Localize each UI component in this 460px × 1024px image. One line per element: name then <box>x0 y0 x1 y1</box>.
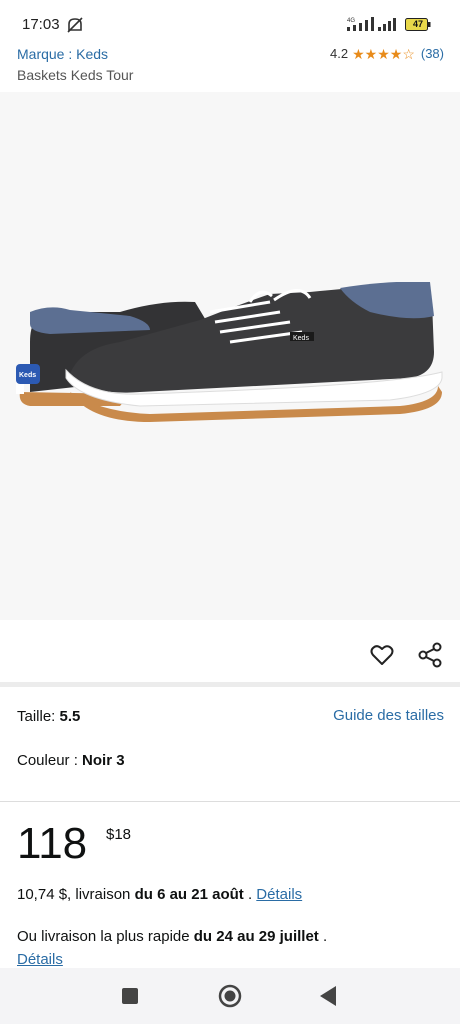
color-selector[interactable]: Couleur : Noir 3 <box>17 752 125 769</box>
rating[interactable]: 4.2 ★ ★ ★ ★ ☆ (38) <box>330 46 444 61</box>
star-icon: ★ <box>352 45 365 62</box>
status-bar: 17:03 4G 47 <box>0 0 460 40</box>
color-value: Noir 3 <box>82 752 125 769</box>
section-divider <box>0 801 460 802</box>
price-fraction: $18 <box>106 826 132 843</box>
fastest-delivery-prefix: Ou livraison la plus rapide <box>17 928 194 945</box>
price-whole: 118 <box>17 819 88 868</box>
section-divider <box>0 682 460 687</box>
product-image[interactable]: Keds Keds <box>0 92 460 620</box>
size-selector[interactable]: Taille: 5.5 <box>17 708 80 725</box>
heart-icon[interactable] <box>370 644 394 666</box>
fastest-delivery-info: Ou livraison la plus rapide du 24 au 29 … <box>17 925 437 971</box>
rating-count[interactable]: (38) <box>421 46 444 61</box>
shoe-image: Keds Keds <box>16 282 443 422</box>
fastest-delivery-dates: du 24 au 29 juillet <box>193 928 319 945</box>
star-icon: ★ <box>377 45 390 62</box>
delivery-separator: . <box>243 886 257 903</box>
network-label: 4G <box>347 18 355 24</box>
signal-icon: 4G <box>347 17 374 31</box>
mute-icon <box>67 17 83 33</box>
battery-level: 47 <box>412 19 423 29</box>
delivery-info: 10,74 $, livraison du 6 au 21 août . Dét… <box>17 886 302 903</box>
fastest-delivery-separator: . <box>318 928 328 945</box>
home-icon[interactable] <box>218 984 242 1008</box>
status-time: 17:03 <box>22 16 60 33</box>
delivery-price: 10,74 $, livraison <box>17 886 135 903</box>
size-value: 5.5 <box>59 708 81 725</box>
product-actions <box>0 620 460 682</box>
brand-link[interactable]: Marque : Keds <box>17 46 108 62</box>
fastest-delivery-details-link[interactable]: Détails <box>17 951 63 968</box>
back-icon[interactable] <box>318 985 338 1007</box>
signal-icon <box>378 18 396 31</box>
shoe-tongue-logo: Keds <box>293 335 309 342</box>
rating-stars: ★ ★ ★ ★ ☆ <box>352 47 415 61</box>
size-label: Taille: <box>17 708 60 725</box>
shoe-logo: Keds <box>19 372 36 379</box>
recent-apps-icon[interactable] <box>122 988 138 1004</box>
product-title: Baskets Keds Tour <box>17 67 134 83</box>
star-icon: ★ <box>389 45 403 62</box>
star-icon: ★ <box>364 45 378 62</box>
delivery-details-link[interactable]: Détails <box>256 886 302 903</box>
star-outline-icon: ☆ <box>402 45 415 62</box>
share-icon[interactable] <box>418 642 442 668</box>
system-nav-bar <box>0 968 460 1024</box>
size-guide-link[interactable]: Guide des tailles <box>333 707 444 724</box>
rating-value: 4.2 <box>329 46 349 61</box>
color-label: Couleur : <box>17 752 83 769</box>
delivery-dates: du 6 au 21 août <box>134 886 244 903</box>
